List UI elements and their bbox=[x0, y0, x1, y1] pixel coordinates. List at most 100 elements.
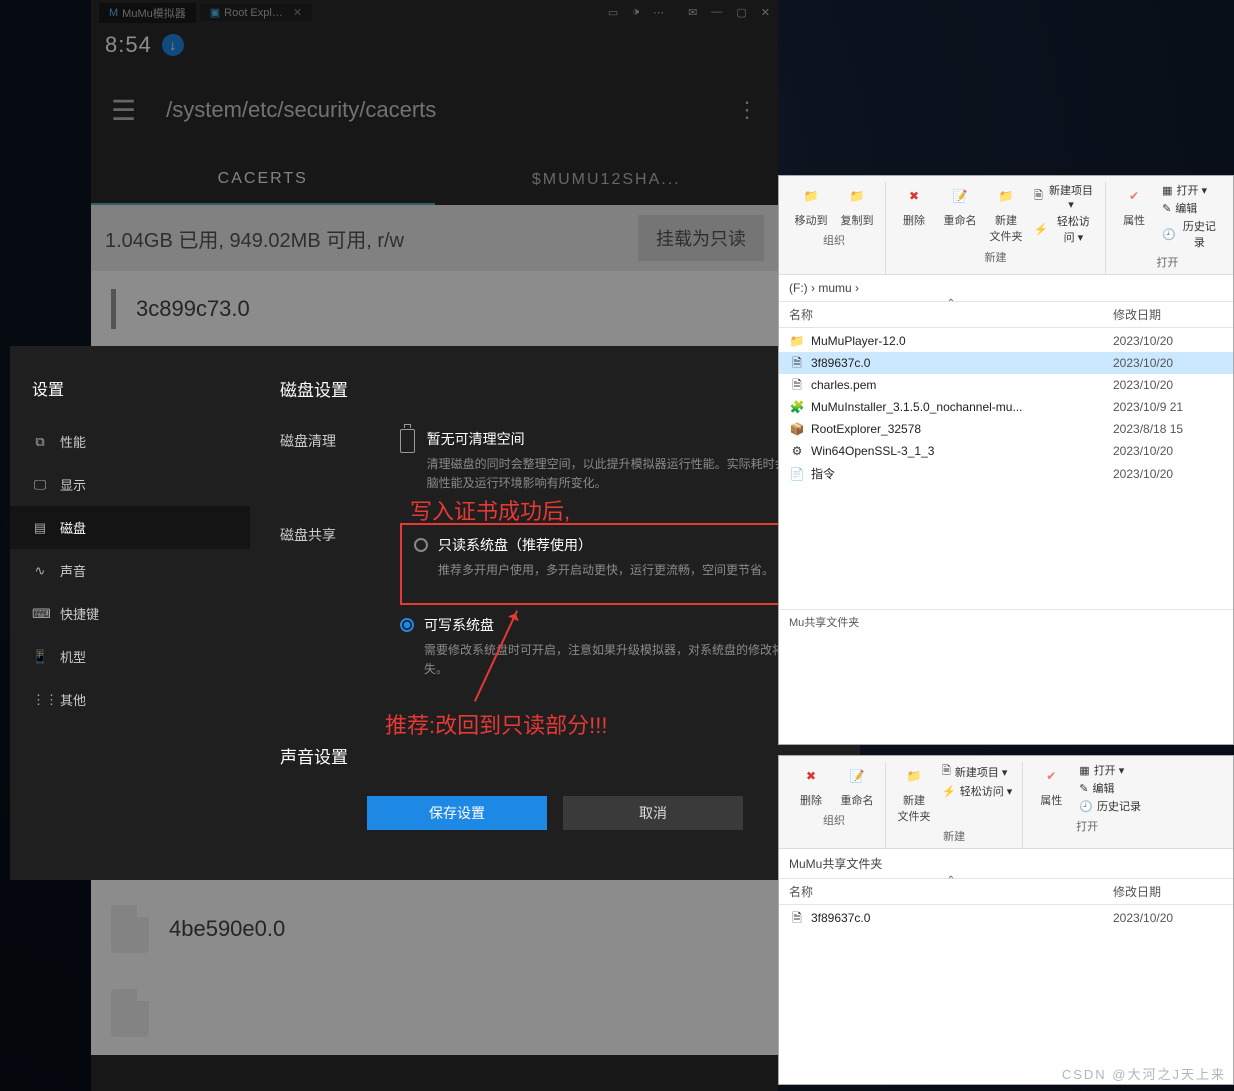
file-row[interactable]: 🗎3f89637c.02023/10/20 bbox=[779, 352, 1233, 374]
col-name[interactable]: 名称 bbox=[789, 883, 1113, 900]
settings-sidebar: 设置 ⧉性能 🖵显示 ▤磁盘 ∿声音 ⌨快捷键 📱机型 ⋮⋮其他 bbox=[10, 346, 250, 880]
group-label: 新建 bbox=[896, 828, 1012, 844]
file-row[interactable]: 📁MuMuPlayer-12.02023/10/20 bbox=[779, 330, 1233, 352]
newfolder-icon: 📁 bbox=[992, 182, 1020, 210]
delete-icon: ✖ bbox=[797, 762, 825, 790]
history-button[interactable]: 🕘历史记录 bbox=[1079, 798, 1141, 814]
col-date[interactable]: 修改日期 bbox=[1113, 883, 1223, 900]
folder-arrow-icon: 📁 bbox=[797, 182, 825, 210]
minimize-icon[interactable]: — bbox=[711, 6, 722, 19]
settings-dialog: 设置 ⧉性能 🖵显示 ▤磁盘 ∿声音 ⌨快捷键 📱机型 ⋮⋮其他 ✕ 磁盘设置 … bbox=[10, 346, 860, 880]
emu-tab-mumu[interactable]: M MuMu模拟器 bbox=[99, 3, 196, 23]
file-icon: 🗎 bbox=[789, 377, 805, 393]
file-date: 2023/10/20 bbox=[1113, 444, 1223, 458]
file-icon bbox=[111, 905, 149, 953]
group-label: 组织 bbox=[793, 232, 875, 248]
radio-icon bbox=[400, 618, 414, 632]
breadcrumb[interactable]: MuMu共享文件夹 bbox=[779, 849, 1233, 879]
file-row[interactable]: 3c899c73.0 bbox=[111, 271, 758, 347]
easy-icon: ⚡ bbox=[942, 785, 956, 798]
moveto-button[interactable]: 📁移动到 bbox=[793, 182, 829, 228]
file-row[interactable] bbox=[111, 971, 758, 1055]
sidebar-item-disk[interactable]: ▤磁盘 bbox=[10, 506, 250, 549]
sidebar-item-device[interactable]: 📱机型 bbox=[10, 635, 250, 678]
edit-button[interactable]: ✎编辑 bbox=[1079, 780, 1114, 796]
newfolder-icon: 📁 bbox=[900, 762, 928, 790]
check-icon: ✔ bbox=[1120, 182, 1148, 210]
properties-button[interactable]: ✔属性 bbox=[1033, 762, 1069, 808]
sidebar-item-performance[interactable]: ⧉性能 bbox=[10, 420, 250, 463]
volume-icon[interactable]: 🕩 bbox=[632, 6, 639, 19]
explorer-window-2: ✖删除 📝重命名 组织 📁新建 文件夹 🗎新建项目 ▾ ⚡轻松访问 ▾ 新建 ✔… bbox=[778, 755, 1234, 1085]
radio-label: 可写系统盘 bbox=[424, 615, 830, 635]
group-label: 打开 bbox=[1033, 818, 1141, 834]
breadcrumb[interactable]: (F:) › mumu › bbox=[779, 275, 1233, 302]
radio-writable[interactable]: 可写系统盘 需要修改系统盘时可开启，注意如果升级模拟器，对系统盘的修改将会消失。 bbox=[400, 615, 830, 679]
rename-icon: 📝 bbox=[843, 762, 871, 790]
sidebar-item-other[interactable]: ⋮⋮其他 bbox=[10, 678, 250, 721]
radio-label: 只读系统盘（推荐使用） bbox=[438, 535, 774, 555]
copyto-button[interactable]: 📁复制到 bbox=[839, 182, 875, 228]
close-icon[interactable]: ✕ bbox=[293, 6, 302, 19]
annotation-text-1: 写入证书成功后, bbox=[410, 494, 570, 526]
sidebar-item-hotkey[interactable]: ⌨快捷键 bbox=[10, 592, 250, 635]
newfolder-button[interactable]: 📁新建 文件夹 bbox=[988, 182, 1024, 244]
group-label: 打开 bbox=[1116, 254, 1219, 270]
cancel-button[interactable]: 取消 bbox=[563, 796, 743, 830]
window-close-icon[interactable]: ✕ bbox=[761, 6, 770, 19]
easyaccess-button[interactable]: ⚡轻松访问 ▾ bbox=[942, 783, 1012, 799]
delete-button[interactable]: ✖删除 bbox=[896, 182, 932, 228]
easyaccess-button[interactable]: ⚡轻松访问 ▾ bbox=[1034, 213, 1095, 245]
file-row[interactable]: 📄指令2023/10/20 bbox=[779, 462, 1233, 485]
file-row[interactable]: 🗎 3f89637c.0 2023/10/20 bbox=[779, 907, 1233, 929]
file-name: 3c899c73.0 bbox=[136, 296, 250, 322]
mail-icon[interactable]: ✉ bbox=[688, 6, 697, 19]
folder-copy-icon: 📁 bbox=[843, 182, 871, 210]
mount-button[interactable]: 挂载为只读 bbox=[638, 215, 764, 261]
history-icon: 🕘 bbox=[1079, 800, 1093, 813]
group-label: 新建 bbox=[896, 249, 1095, 265]
newitem-button[interactable]: 🗎新建项目 ▾ bbox=[1034, 182, 1095, 211]
hamburger-icon[interactable]: ☰ bbox=[111, 94, 136, 127]
column-headers[interactable]: 名称 修改日期 bbox=[779, 302, 1233, 328]
open-icon: ▦ bbox=[1079, 764, 1089, 777]
radio-readonly[interactable]: 只读系统盘（推荐使用） 推荐多开用户使用，多开启动更快，运行更流畅，空间更节省。 bbox=[414, 535, 816, 580]
sidebar-item-display[interactable]: 🖵显示 bbox=[10, 463, 250, 506]
emu-tab-root[interactable]: ▣ Root Expl… ✕ bbox=[200, 4, 312, 21]
maximize-icon[interactable]: ▢ bbox=[736, 6, 746, 19]
history-button[interactable]: 🕘历史记录 bbox=[1162, 218, 1219, 250]
rename-button[interactable]: 📝重命名 bbox=[942, 182, 978, 228]
more-icon[interactable]: ⋯ bbox=[653, 6, 664, 19]
save-button[interactable]: 保存设置 bbox=[367, 796, 547, 830]
col-date[interactable]: 修改日期 bbox=[1113, 306, 1223, 323]
open-button[interactable]: ▦打开 ▾ bbox=[1079, 762, 1124, 778]
delete-button[interactable]: ✖删除 bbox=[793, 762, 829, 808]
properties-button[interactable]: ✔属性 bbox=[1116, 182, 1152, 228]
file-icon: 🗎 bbox=[789, 910, 805, 926]
app-toolbar: ☰ /system/etc/security/cacerts ⋮ bbox=[91, 65, 778, 155]
disk-icon: ▤ bbox=[32, 520, 48, 536]
edit-button[interactable]: ✎编辑 bbox=[1162, 200, 1197, 216]
overflow-icon[interactable]: ⋮ bbox=[736, 97, 758, 123]
column-headers[interactable]: 名称 修改日期 bbox=[779, 879, 1233, 905]
col-name[interactable]: 名称 bbox=[789, 306, 1113, 323]
tab-cacerts[interactable]: CACERTS bbox=[91, 155, 435, 205]
rename-button[interactable]: 📝重命名 bbox=[839, 762, 875, 808]
tab-mumushare[interactable]: $MUMU12SHA... bbox=[435, 155, 779, 205]
file-row[interactable]: 4be590e0.0 bbox=[111, 887, 758, 971]
open-button[interactable]: ▦打开 ▾ bbox=[1162, 182, 1207, 198]
file-name: 3f89637c.0 bbox=[811, 911, 1107, 925]
newitem-icon: 🗎 bbox=[942, 762, 951, 781]
newitem-button[interactable]: 🗎新建项目 ▾ bbox=[942, 762, 1007, 781]
file-row[interactable]: 🧩MuMuInstaller_3.1.5.0_nochannel-mu...20… bbox=[779, 396, 1233, 418]
newfolder-button[interactable]: 📁新建 文件夹 bbox=[896, 762, 932, 824]
sidebar-item-sound[interactable]: ∿声音 bbox=[10, 549, 250, 592]
file-icon: ⚙ bbox=[789, 443, 805, 459]
file-row[interactable]: 🗎charles.pem2023/10/20 bbox=[779, 374, 1233, 396]
file-row[interactable]: ⚙Win64OpenSSL-3_1_32023/10/20 bbox=[779, 440, 1233, 462]
menu-icon[interactable]: ▭ bbox=[608, 6, 618, 19]
file-date: 2023/10/9 21 bbox=[1113, 400, 1223, 414]
file-row[interactable]: 📦RootExplorer_325782023/8/18 15 bbox=[779, 418, 1233, 440]
file-date: 2023/10/20 bbox=[1113, 911, 1223, 925]
disk-clean-label: 磁盘清理 bbox=[280, 429, 400, 493]
